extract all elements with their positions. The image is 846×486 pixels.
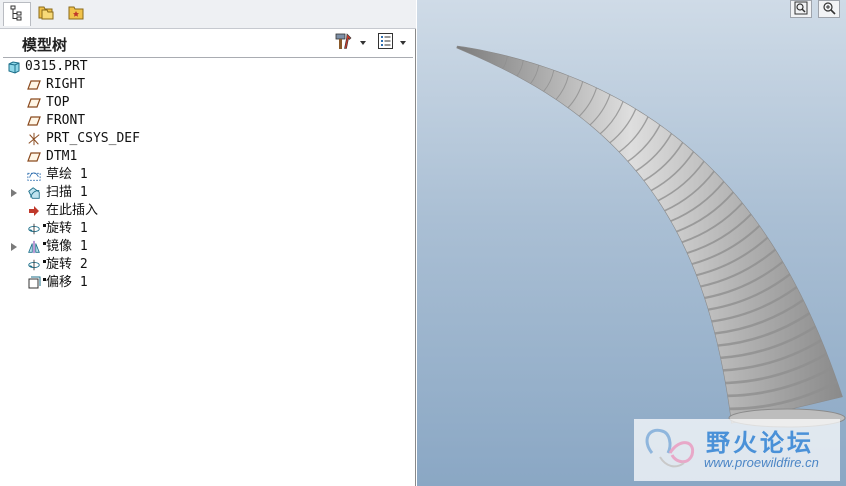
insert-here-arrow-icon: [27, 204, 41, 218]
tree-item-label: 草绘 1: [46, 167, 88, 182]
settings-dropdown-button[interactable]: [334, 33, 366, 53]
list-icon: [377, 32, 395, 54]
tree-item[interactable]: 旋转 2: [0, 256, 400, 274]
tree-item[interactable]: 镜像 1: [0, 238, 400, 256]
tree-item-label: 旋转 2: [46, 257, 88, 272]
tab-folder-browser[interactable]: [32, 2, 60, 26]
tree-item-label: FRONT: [46, 113, 86, 128]
tree-item[interactable]: 在此插入: [0, 202, 400, 220]
tree-item-label: 在此插入: [46, 203, 99, 218]
tree-item[interactable]: DTM1: [0, 148, 400, 166]
zoom-in-icon: [822, 0, 836, 19]
tab-favorites[interactable]: [62, 2, 90, 26]
tree-root-label: 0315.PRT: [25, 59, 88, 74]
panel-title: 模型树: [22, 36, 68, 54]
tree-item[interactable]: 偏移 1: [0, 274, 400, 292]
zoom-in-button[interactable]: [818, 0, 840, 18]
horn-surface: [456, 45, 843, 424]
show-dropdown-button[interactable]: [377, 33, 406, 53]
watermark-title: 野火论坛: [706, 428, 814, 457]
datum-plane-icon: [27, 78, 41, 92]
expand-arrow-icon[interactable]: [11, 243, 17, 251]
model-tree-panel: 模型树 0315.PRT RIGHT TOP FRONT PRT_CSYS_DE…: [0, 0, 416, 486]
tree-item-label: TOP: [46, 95, 70, 110]
revolve-icon: [27, 222, 41, 236]
watermark-logo-icon: [640, 423, 700, 479]
mirror-icon: [27, 240, 41, 254]
expand-arrow-icon[interactable]: [11, 189, 17, 197]
tree-item-label: 偏移 1: [46, 275, 88, 290]
tree-root[interactable]: 0315.PRT: [0, 58, 400, 76]
forum-watermark: 野火论坛 www.proewildfire.cn: [634, 419, 840, 481]
tree-item-label: DTM1: [46, 149, 78, 164]
tree-item-label: RIGHT: [46, 77, 86, 92]
tree-item[interactable]: RIGHT: [0, 76, 400, 94]
tree-item-label: 旋转 1: [46, 221, 88, 236]
sketch-icon: [27, 168, 41, 182]
model-tree-header: 模型树: [0, 29, 415, 56]
model-tree-tab-icon: [9, 5, 25, 25]
revolve-icon: [27, 258, 41, 272]
datum-plane-icon: [27, 96, 41, 110]
datum-plane-icon: [27, 114, 41, 128]
tree-item[interactable]: 草绘 1: [0, 166, 400, 184]
offset-icon: [27, 276, 41, 290]
folder-browser-tab-icon: [37, 3, 55, 25]
part-icon: [7, 60, 21, 74]
tree-item-label: PRT_CSYS_DEF: [46, 131, 140, 146]
datum-plane-icon: [27, 150, 41, 164]
favorites-tab-icon: [67, 3, 85, 25]
horn-model: [456, 45, 846, 428]
chevron-down-icon: [360, 41, 366, 45]
chevron-down-icon: [400, 41, 406, 45]
tree-item[interactable]: 扫描 1: [0, 184, 400, 202]
watermark-url: www.proewildfire.cn: [704, 455, 819, 470]
tools-icon: [334, 32, 356, 54]
tree-item[interactable]: PRT_CSYS_DEF: [0, 130, 400, 148]
tree-item[interactable]: 旋转 1: [0, 220, 400, 238]
zoom-fit-button[interactable]: [790, 0, 812, 18]
tree-item-label: 镜像 1: [46, 239, 88, 254]
coordinate-system-icon: [27, 132, 41, 146]
tree-item[interactable]: FRONT: [0, 112, 400, 130]
navigator-tab-bar: [0, 0, 416, 29]
zoom-fit-icon: [794, 0, 808, 19]
tree-item[interactable]: TOP: [0, 94, 400, 112]
tree-item-label: 扫描 1: [46, 185, 88, 200]
tab-model-tree[interactable]: [3, 2, 31, 26]
graphics-viewport[interactable]: [417, 0, 846, 486]
sweep-icon: [27, 186, 41, 200]
